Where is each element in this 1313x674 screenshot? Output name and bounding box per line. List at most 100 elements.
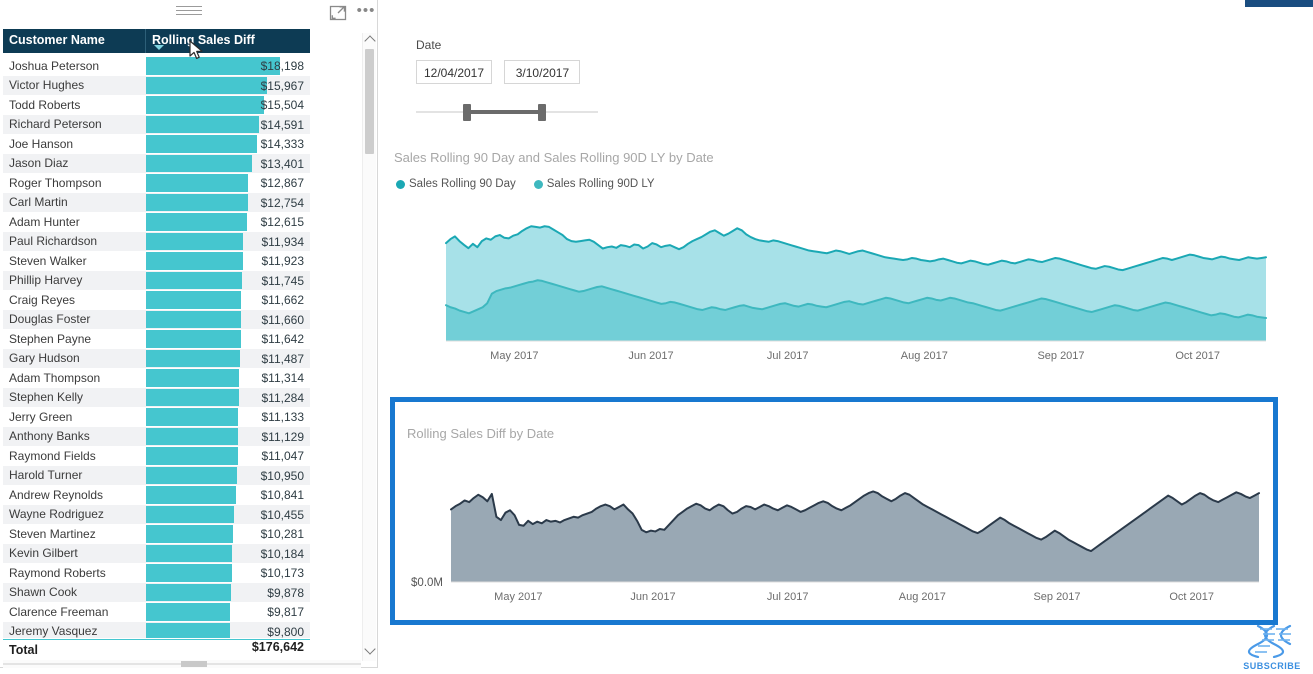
table-row[interactable]: Phillip Harvey $11,745 — [3, 270, 310, 290]
vertical-scrollbar-thumb[interactable] — [365, 49, 374, 154]
table-row[interactable]: Adam Hunter $12,615 — [3, 212, 310, 232]
table-row[interactable]: Adam Thompson $11,314 — [3, 368, 310, 388]
cell-value-label: $11,047 — [261, 449, 305, 463]
cell-rolling-sales-diff: $10,173 — [146, 563, 310, 583]
legend-item-sales-rolling-90-day[interactable]: Sales Rolling 90 Day — [396, 178, 516, 190]
table-row[interactable]: Paul Richardson $11,934 — [3, 231, 310, 251]
data-bar — [146, 447, 238, 465]
cell-value-label: $14,333 — [260, 137, 304, 151]
legend-item-sales-rolling-90d-ly[interactable]: Sales Rolling 90D LY — [533, 178, 655, 190]
data-bar — [146, 213, 247, 231]
x-axis-tick-label: Oct 2017 — [1175, 350, 1220, 362]
cell-customer-name: Joe Hanson — [9, 136, 74, 151]
data-bar — [146, 525, 233, 543]
table-row[interactable]: Carl Martin $12,754 — [3, 192, 310, 213]
table-row[interactable]: Steven Walker $11,923 — [3, 251, 310, 271]
table-row[interactable]: Jason Diaz $13,401 — [3, 153, 310, 174]
date-end-input[interactable]: 3/10/2017 — [504, 60, 581, 84]
scroll-up-icon[interactable] — [364, 35, 376, 47]
cell-customer-name: Anthony Banks — [9, 429, 90, 444]
table-row[interactable]: Joshua Peterson $18,198 — [3, 56, 310, 76]
focus-mode-icon[interactable] — [328, 3, 348, 23]
cell-customer-name: Richard Peterson — [9, 117, 102, 132]
column-header-rolling-sales-diff[interactable]: Rolling Sales Diff — [146, 29, 310, 53]
table-horizontal-scrollbar[interactable] — [3, 660, 361, 668]
x-axis-tick-label: Aug 2017 — [899, 591, 946, 603]
cell-rolling-sales-diff: $11,923 — [146, 251, 310, 271]
cell-value-label: $10,173 — [260, 566, 304, 580]
table-row[interactable]: Richard Peterson $14,591 — [3, 114, 310, 134]
cell-value-label: $11,487 — [261, 351, 305, 366]
cell-rolling-sales-diff: $11,660 — [146, 310, 310, 330]
table-row[interactable]: Todd Roberts $15,504 — [3, 95, 310, 115]
cell-customer-name: Wayne Rodriguez — [9, 507, 104, 522]
cell-customer-name: Carl Martin — [9, 195, 68, 210]
scroll-down-icon[interactable] — [364, 643, 376, 655]
table-row[interactable]: Clarence Freeman $9,817 — [3, 602, 310, 622]
data-bar — [146, 115, 259, 133]
table-body[interactable]: Joshua Peterson $18,198 Victor Hughes $15,9… — [3, 56, 310, 638]
table-row[interactable]: Shawn Cook $9,878 — [3, 582, 310, 602]
table-row[interactable]: Stephen Kelly $11,284 — [3, 387, 310, 408]
subscribe-label: SUBSCRIBE — [1243, 661, 1301, 671]
table-row[interactable]: Craig Reyes $11,662 — [3, 290, 310, 310]
cell-rolling-sales-diff: $11,129 — [146, 427, 310, 447]
data-bar — [146, 427, 239, 445]
chart2-title: Rolling Sales Diff by Date — [407, 426, 555, 441]
slider-handle-left[interactable] — [463, 104, 471, 121]
table-row[interactable]: Victor Hughes $15,967 — [3, 75, 310, 95]
cell-customer-name: Steven Walker — [9, 253, 87, 268]
column-header-customer-name[interactable]: Customer Name — [3, 29, 146, 53]
legend-color-swatch — [396, 179, 405, 189]
data-bar — [146, 252, 243, 270]
table-row[interactable]: Wayne Rodriguez $10,455 — [3, 504, 310, 524]
more-options-icon[interactable]: ••• — [356, 3, 376, 22]
table-vertical-scrollbar[interactable] — [362, 33, 376, 661]
data-bar — [146, 193, 248, 211]
cell-rolling-sales-diff: $12,754 — [146, 193, 310, 213]
table-row[interactable]: Jeremy Vasquez $9,800 — [3, 621, 310, 638]
table-row[interactable]: Roger Thompson $12,867 — [3, 173, 310, 193]
slider-handle-right[interactable] — [538, 104, 546, 121]
data-bar — [146, 466, 237, 484]
sales-rolling-90day-chart[interactable]: Sales Rolling 90 Day and Sales Rolling 9… — [390, 150, 1290, 375]
data-bar — [146, 232, 243, 250]
cell-rolling-sales-diff: $11,047 — [146, 446, 310, 466]
horizontal-scrollbar-thumb[interactable] — [181, 661, 207, 667]
table-row[interactable]: Joe Hanson $14,333 — [3, 134, 310, 154]
decorative-strip — [1245, 0, 1313, 7]
data-bar — [146, 505, 235, 523]
drag-grip-icon[interactable] — [176, 6, 202, 16]
table-row[interactable]: Steven Martinez $10,281 — [3, 524, 310, 544]
cell-value-label: $10,950 — [260, 468, 304, 483]
chart1-plot-area[interactable]: 2.8M3.0MMay 2017Jun 2017Jul 2017Aug 2017… — [390, 198, 1290, 375]
table-row[interactable]: Andrew Reynolds $10,841 — [3, 485, 310, 505]
cell-rolling-sales-diff: $11,284 — [146, 388, 310, 408]
cell-customer-name: Raymond Fields — [9, 448, 96, 463]
table-row[interactable]: Jerry Green $11,133 — [3, 407, 310, 427]
cell-rolling-sales-diff: $13,401 — [146, 154, 310, 174]
cell-value-label: $10,455 — [260, 507, 304, 522]
x-axis-tick-label: May 2017 — [490, 350, 538, 362]
table-row[interactable]: Kevin Gilbert $10,184 — [3, 543, 310, 564]
cell-rolling-sales-diff: $10,184 — [146, 544, 310, 564]
table-row[interactable]: Raymond Roberts $10,173 — [3, 563, 310, 583]
table-row[interactable]: Douglas Foster $11,660 — [3, 309, 310, 330]
x-axis-tick-label: Jun 2017 — [628, 350, 673, 362]
cell-rolling-sales-diff: $12,615 — [146, 212, 310, 232]
cell-value-label: $11,129 — [261, 429, 305, 444]
date-start-input[interactable]: 12/04/2017 — [416, 60, 492, 84]
cell-value-label: $11,284 — [261, 390, 305, 405]
cell-value-label: $14,591 — [260, 117, 304, 132]
data-bar — [146, 583, 231, 601]
table-row[interactable]: Gary Hudson $11,487 — [3, 348, 310, 368]
rolling-sales-diff-chart[interactable]: Rolling Sales Diff by Date $0.0M$0.2MMay… — [390, 397, 1278, 625]
table-row[interactable]: Anthony Banks $11,129 — [3, 426, 310, 447]
table-row[interactable]: Harold Turner $10,950 — [3, 465, 310, 485]
data-bar — [146, 135, 258, 153]
data-bar — [146, 564, 233, 582]
table-row[interactable]: Stephen Payne $11,642 — [3, 329, 310, 349]
chart2-plot-area[interactable]: $0.0M$0.2MMay 2017Jun 2017Jul 2017Aug 20… — [395, 450, 1273, 622]
table-row[interactable]: Raymond Fields $11,047 — [3, 446, 310, 466]
date-range-slider[interactable] — [416, 104, 598, 121]
